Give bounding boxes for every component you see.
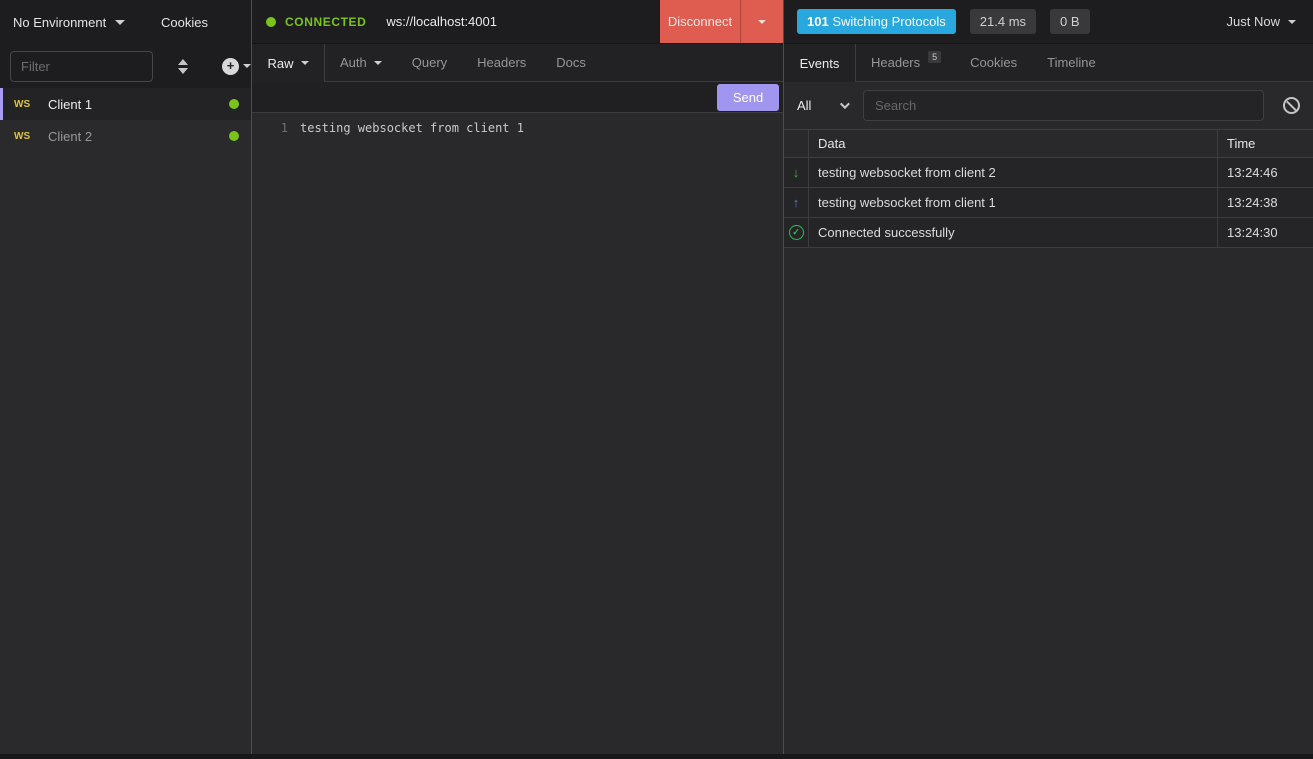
event-time: 13:24:46 — [1218, 158, 1313, 187]
time-ago-label: Just Now — [1227, 14, 1280, 29]
tab-timeline[interactable]: Timeline — [1032, 44, 1111, 81]
add-request-button[interactable]: + — [222, 58, 251, 75]
environment-label: No Environment — [13, 15, 106, 30]
tab-timeline-label: Timeline — [1047, 55, 1096, 70]
response-tab-bar: Events Headers 5 Cookies Timeline — [784, 44, 1313, 82]
response-tabs: Headers 5 Cookies Timeline — [856, 44, 1313, 82]
environment-row: No Environment Cookies — [0, 0, 251, 44]
status-badge: 101 Switching Protocols — [797, 9, 956, 34]
disconnect-button[interactable]: Disconnect — [660, 0, 740, 43]
event-time: 13:24:38 — [1218, 188, 1313, 217]
clear-events-icon[interactable] — [1283, 97, 1300, 114]
event-type-select[interactable]: All — [797, 98, 847, 113]
tab-docs[interactable]: Docs — [541, 44, 601, 81]
response-panel: 101 Switching Protocols 21.4 ms 0 B Just… — [784, 0, 1313, 754]
client-name: Client 2 — [48, 129, 92, 144]
arrow-down-icon: ↓ — [784, 158, 809, 187]
event-search-input[interactable] — [863, 90, 1264, 121]
message-editor[interactable]: 1 testing websocket from client 1 — [252, 113, 783, 754]
time-column-header: Time — [1218, 130, 1313, 157]
chevron-down-icon — [758, 20, 766, 24]
chevron-down-icon — [301, 61, 309, 65]
chevron-down-icon — [115, 20, 125, 25]
connected-dot-icon — [229, 131, 239, 141]
disconnect-options-button[interactable] — [740, 0, 783, 43]
status-text: Switching Protocols — [832, 14, 945, 29]
events-table: Data Time ↓ testing websocket from clien… — [784, 129, 1313, 248]
sort-down-icon — [178, 68, 188, 74]
tab-raw-label: Raw — [267, 56, 293, 71]
event-row-connected[interactable]: ✓ Connected successfully 13:24:30 — [784, 218, 1313, 248]
response-header: 101 Switching Protocols 21.4 ms 0 B Just… — [784, 0, 1313, 44]
request-tabs: Auth Query Headers Docs — [325, 44, 783, 82]
filter-input[interactable] — [10, 51, 153, 82]
sidebar-item-client-2[interactable]: WS Client 2 — [0, 120, 251, 152]
chevron-down-icon — [374, 61, 382, 65]
sidebar: No Environment Cookies + WS Cl — [0, 0, 252, 754]
ws-method-badge: WS — [14, 99, 48, 110]
data-column-header: Data — [809, 130, 1218, 157]
tab-response-cookies-label: Cookies — [970, 55, 1017, 70]
chevron-down-icon — [1288, 20, 1296, 24]
request-tab-bar: Raw Auth Query Headers Docs — [252, 44, 783, 82]
disconnect-button-group: Disconnect — [660, 0, 783, 43]
icon-column-header — [784, 130, 809, 157]
event-time: 13:24:30 — [1218, 218, 1313, 247]
event-data: testing websocket from client 1 — [809, 188, 1218, 217]
chevron-down-icon — [840, 99, 850, 109]
events-table-header: Data Time — [784, 129, 1313, 158]
sort-icon[interactable] — [174, 55, 192, 78]
connection-header: CONNECTED ws://localhost:4001 Disconnect — [252, 0, 783, 44]
tab-docs-label: Docs — [556, 55, 586, 70]
sort-up-icon — [178, 59, 188, 65]
tab-raw[interactable]: Raw — [252, 44, 325, 82]
headers-count-badge: 5 — [928, 51, 941, 63]
duration-badge: 21.4 ms — [970, 9, 1036, 34]
plus-circle-icon: + — [222, 58, 239, 75]
event-data: Connected successfully — [809, 218, 1218, 247]
request-panel: CONNECTED ws://localhost:4001 Disconnect… — [252, 0, 784, 754]
line-number: 1 — [252, 121, 300, 754]
tab-events-label: Events — [800, 56, 840, 71]
connected-dot-icon — [266, 17, 276, 27]
tab-headers[interactable]: Headers — [462, 44, 541, 81]
filter-row: + — [0, 44, 251, 88]
environment-selector[interactable]: No Environment — [13, 15, 125, 30]
size-badge: 0 B — [1050, 9, 1090, 34]
tab-auth[interactable]: Auth — [325, 44, 397, 81]
event-filter-row: All — [784, 82, 1313, 129]
event-row-sent[interactable]: ↑ testing websocket from client 1 13:24:… — [784, 188, 1313, 218]
tab-response-headers-label: Headers — [871, 55, 920, 70]
tab-auth-label: Auth — [340, 55, 367, 70]
connection-status: CONNECTED — [285, 15, 366, 29]
sidebar-header: No Environment Cookies + — [0, 0, 251, 88]
send-row: Send — [252, 82, 783, 113]
tab-query-label: Query — [412, 55, 447, 70]
bottom-edge — [0, 754, 1313, 759]
arrow-up-icon: ↑ — [784, 188, 809, 217]
tab-response-cookies[interactable]: Cookies — [955, 44, 1032, 81]
sidebar-item-client-1[interactable]: WS Client 1 — [0, 88, 251, 120]
status-code: 101 — [807, 14, 829, 29]
tab-headers-label: Headers — [477, 55, 526, 70]
check-circle-icon: ✓ — [784, 218, 809, 247]
event-row-received[interactable]: ↓ testing websocket from client 2 13:24:… — [784, 158, 1313, 188]
history-dropdown[interactable]: Just Now — [1227, 14, 1300, 29]
tab-response-headers[interactable]: Headers 5 — [856, 44, 955, 81]
url-bar[interactable]: ws://localhost:4001 — [386, 14, 497, 29]
connected-dot-icon — [229, 99, 239, 109]
request-list: WS Client 1 WS Client 2 — [0, 88, 251, 754]
cookies-button[interactable]: Cookies — [161, 15, 208, 30]
event-type-selected: All — [797, 98, 811, 113]
event-data: testing websocket from client 2 — [809, 158, 1218, 187]
tab-events[interactable]: Events — [784, 44, 856, 82]
tab-query[interactable]: Query — [397, 44, 462, 81]
client-name: Client 1 — [48, 97, 92, 112]
chevron-down-icon — [243, 64, 251, 68]
editor-text: testing websocket from client 1 — [300, 121, 524, 754]
app-window: No Environment Cookies + WS Cl — [0, 0, 1313, 754]
ws-method-badge: WS — [14, 131, 48, 142]
send-button[interactable]: Send — [717, 84, 779, 111]
